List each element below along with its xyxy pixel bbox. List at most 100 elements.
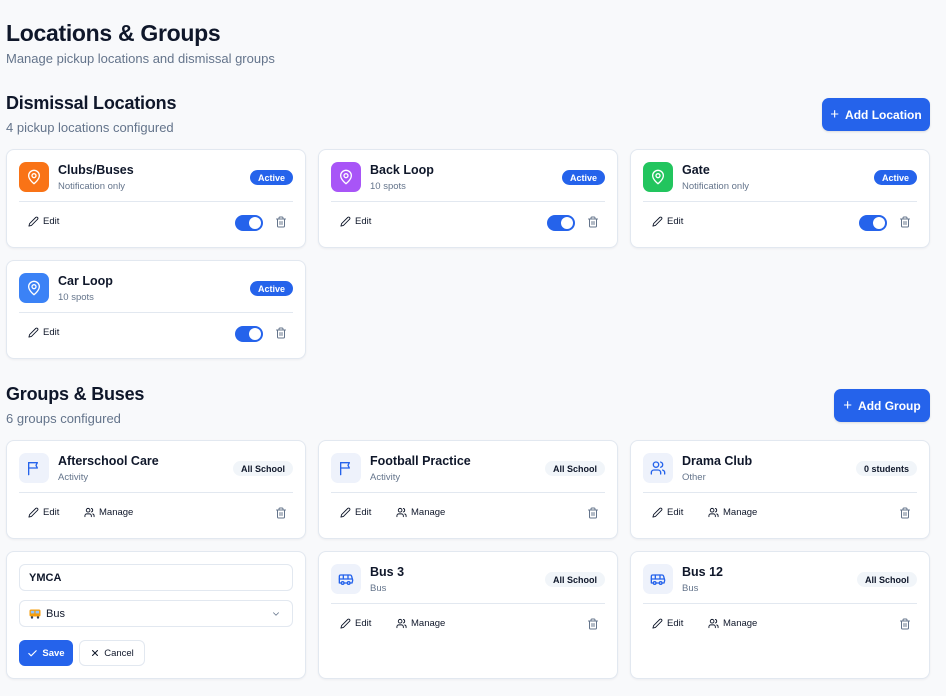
bus-emoji-icon [29,609,41,619]
group-type-select[interactable]: Bus [19,600,293,627]
scope-badge: All School [856,572,917,587]
edit-button[interactable]: Edit [652,507,683,518]
trash-icon[interactable] [275,507,287,519]
manage-label: Manage [411,618,446,629]
card-divider [19,201,293,202]
bus-icon [643,564,673,594]
edit-button[interactable]: Edit [652,618,683,629]
group-card: Afterschool Care Activity All School Edi… [6,440,306,539]
trash-icon[interactable] [275,216,287,228]
card-divider [331,603,605,604]
trash-icon[interactable] [587,507,599,519]
manage-label: Manage [723,507,758,518]
trash-icon[interactable] [275,327,287,339]
edit-label: Edit [667,216,684,227]
card-divider [643,603,917,604]
active-toggle[interactable] [859,215,887,231]
flag-icon [19,453,49,483]
group-meta: Other [682,472,706,483]
group-meta: Activity [370,472,401,483]
card-divider [643,201,917,202]
location-meta: Notification only [58,181,126,192]
location-meta: 10 spots [58,292,94,303]
pencil-icon [652,507,663,518]
location-name: Car Loop [58,274,113,288]
pencil-icon [28,327,39,338]
users-icon [643,453,673,483]
manage-button[interactable]: Manage [708,507,757,518]
pencil-icon [340,507,351,518]
map-pin-icon [19,162,49,192]
cancel-button[interactable]: Cancel [79,640,145,666]
users-icon [396,618,407,629]
group-card: Football Practice Activity All School Ed… [318,440,618,539]
manage-label: Manage [99,507,134,518]
location-card: Clubs/Buses Notification only Active Edi… [6,149,306,248]
add-group-label: Add Group [858,398,921,413]
edit-button[interactable]: Edit [340,216,371,227]
status-badge: Active [249,281,293,296]
location-meta: Notification only [682,181,750,192]
location-name: Clubs/Buses [58,163,134,177]
active-toggle[interactable] [235,326,263,342]
edit-button[interactable]: Edit [340,618,371,629]
status-badge: Active [561,170,605,185]
group-name: Bus 3 [370,565,405,579]
edit-button[interactable]: Edit [652,216,683,227]
edit-label: Edit [667,507,684,518]
manage-button[interactable]: Manage [84,507,133,518]
bus-icon [331,564,361,594]
edit-button[interactable]: Edit [28,507,59,518]
location-name: Back Loop [370,163,434,177]
groups-section-title: Groups & Buses [6,384,145,404]
add-group-button[interactable]: + Add Group [834,389,930,422]
location-card: Gate Notification only Active Edit [630,149,930,248]
manage-button[interactable]: Manage [396,507,445,518]
page-subtitle: Manage pickup locations and dismissal gr… [6,51,275,66]
manage-label: Manage [723,618,758,629]
edit-label: Edit [43,327,60,338]
check-icon [28,649,38,656]
trash-icon[interactable] [587,216,599,228]
close-icon [92,649,99,657]
edit-label: Edit [355,216,372,227]
save-button[interactable]: Save [19,640,73,666]
edit-button[interactable]: Edit [28,216,59,227]
active-toggle[interactable] [547,215,575,231]
student-count-badge: 0 students [855,461,917,476]
group-meta: Bus [370,583,387,594]
add-location-button[interactable]: + Add Location [822,98,930,131]
group-name-input[interactable]: YMCA [19,564,293,591]
manage-button[interactable]: Manage [396,618,445,629]
group-name: Drama Club [682,454,753,468]
edit-label: Edit [667,618,684,629]
status-badge: Active [873,170,917,185]
group-edit-card: YMCA Bus Save Cancel [6,551,306,679]
trash-icon[interactable] [899,618,911,630]
active-toggle[interactable] [235,215,263,231]
card-divider [19,492,293,493]
edit-button[interactable]: Edit [340,507,371,518]
map-pin-icon [19,273,49,303]
users-icon [708,507,719,518]
card-divider [331,492,605,493]
pencil-icon [28,216,39,227]
edit-label: Edit [355,618,372,629]
edit-button[interactable]: Edit [28,327,59,338]
users-icon [708,618,719,629]
cancel-label: Cancel [104,647,134,659]
trash-icon[interactable] [899,216,911,228]
group-card: Drama Club Other 0 students Edit Manage [630,440,930,539]
trash-icon[interactable] [899,507,911,519]
manage-button[interactable]: Manage [708,618,757,629]
plus-icon: + [843,397,853,414]
location-card: Back Loop 10 spots Active Edit [318,149,618,248]
group-name: Football Practice [370,454,471,468]
users-icon [84,507,95,518]
trash-icon[interactable] [587,618,599,630]
page-title: Locations & Groups [6,20,221,46]
group-card: Bus 3 Bus All School Edit Manage [318,551,618,679]
locations-section-subtitle: 4 pickup locations configured [6,120,174,135]
edit-label: Edit [43,507,60,518]
save-label: Save [42,647,65,659]
